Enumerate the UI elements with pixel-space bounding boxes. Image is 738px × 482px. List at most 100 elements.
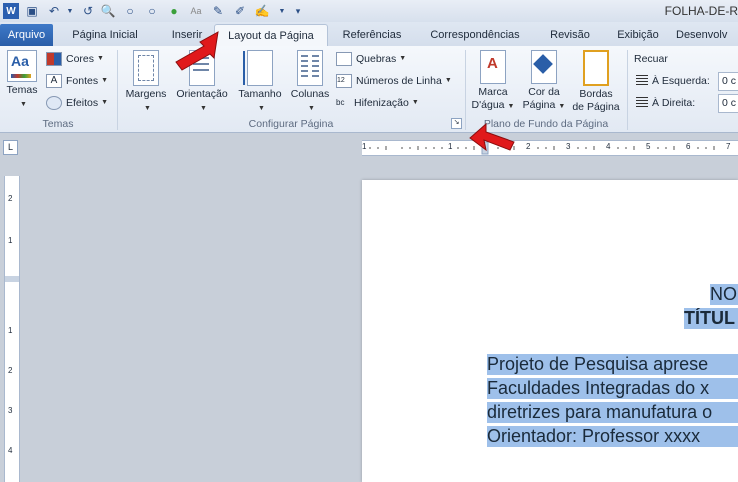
ribbon-body: Aa Temas ▼ Cores ▼ A Fontes ▼ Efeitos ▼ Temas… [0,46,738,133]
hyphenation-icon: bc [336,98,345,107]
ruler-number: 7 [726,142,731,151]
columns-icon [297,50,323,86]
group-label-temas: Temas [42,118,74,130]
tab-exibicao[interactable]: Exibição [608,25,668,45]
zoom-out-icon[interactable]: ○ [144,3,160,19]
hifenizacao-button[interactable]: bc Hifenização ▼ [336,94,419,112]
cores-label: Cores [66,53,95,65]
recuar-direita-row: À Direita: [636,94,695,112]
ruler-ticks [369,141,715,155]
annotation-arrow-icon [469,122,515,152]
margens-button[interactable]: Margens ▼ [122,50,170,115]
format-painter-icon[interactable]: ✎ [210,3,226,19]
recuar-esquerda-row: À Esquerda: [636,72,710,90]
tab-referencias[interactable]: Referências [334,25,410,45]
cor-label: Cor da [528,86,560,98]
quebras-button[interactable]: Quebras ▼ [336,50,406,68]
zoom-in-icon[interactable]: ○ [122,3,138,19]
marca-dagua-button[interactable]: A Marca D'água ▼ [468,50,518,113]
ruler-number: 1 [362,142,367,151]
fontes-label: Fontes [66,75,99,87]
efeitos-label: Efeitos [66,97,99,109]
ruler-number: 4 [606,142,611,151]
line-numbers-icon: 12 [336,74,352,88]
tab-pagina-inicial[interactable]: Página Inicial [60,25,150,45]
temas-label: Temas [6,84,38,96]
watermark-icon: A [480,50,506,84]
ruler-tab-selector[interactable]: L [3,140,18,155]
temas-button[interactable]: Aa Temas ▼ [4,50,40,111]
numeros-de-linha-label: Números de Linha [356,75,442,87]
themes-icon: Aa [7,50,37,82]
tab-arquivo[interactable]: Arquivo [0,24,53,46]
margin-marker[interactable] [5,276,19,282]
hifenizacao-label: Hifenização [354,97,409,109]
pagina-label: Página [522,99,556,111]
horizontal-ruler[interactable]: 1 1 2 3 4 5 6 7 [362,140,738,156]
ruler-number: 4 [8,446,13,455]
ruler-number: 3 [8,406,13,415]
effects-icon [46,96,62,110]
bordas-label: Bordas [579,88,613,100]
document-page[interactable]: NO TÍTUL Projeto de Pesquisa aprese Facu… [362,180,738,482]
ruler-number: 1 [8,326,13,335]
doc-paragraph-line: Faculdades Integradas do x [487,378,738,399]
recuar-esquerda-label: À Esquerda: [652,75,710,87]
undo-icon[interactable]: ↶ [46,3,62,19]
colors-icon [46,52,62,66]
print-preview-icon[interactable]: 🔍 [100,3,116,19]
tab-desenvolvedor[interactable]: Desenvolv [676,25,738,45]
numeros-de-linha-button[interactable]: 12 Números de Linha ▼ [336,72,452,90]
tamanho-button[interactable]: Tamanho ▼ [234,50,286,115]
margens-label: Margens [125,88,167,100]
recuar-esquerda-input[interactable]: 0 c [718,72,738,91]
de-pagina-label: de Página [572,101,620,113]
doc-paragraph-line: Projeto de Pesquisa aprese [487,354,738,375]
save-icon[interactable]: ▣ [24,3,40,19]
colunas-button[interactable]: Colunas ▼ [288,50,332,115]
window-title: FOLHA-DE-R [664,4,738,18]
tab-revisao[interactable]: Revisão [540,25,600,45]
draw-dropdown-icon[interactable]: ▼ [274,3,290,19]
size-icon [243,50,273,86]
colunas-label: Colunas [290,88,330,100]
indent-left-icon [636,75,648,87]
ruler-number: 2 [8,194,13,203]
ruler-number: 2 [526,142,531,151]
edit-icon[interactable]: ✐ [232,3,248,19]
word-app-icon[interactable]: W [3,3,19,19]
cores-button[interactable]: Cores ▼ [46,50,104,68]
doc-heading-line1: NO [710,284,738,305]
recuar-direita-input[interactable]: 0 c [718,94,738,113]
recuar-direita-label: À Direita: [652,97,696,109]
annotation-arrow-icon [175,31,219,71]
ruler-number: 2 [8,366,13,375]
undo-dropdown-icon[interactable]: ▼ [62,3,78,19]
ruler-number: 1 [448,142,453,151]
recuar-label: Recuar [634,53,668,65]
tab-correspondencias[interactable]: Correspondências [420,25,530,45]
page-color-icon [531,50,557,84]
dagua-label: D'água [471,99,505,111]
cor-da-pagina-button[interactable]: Cor da Página ▼ [520,50,568,113]
globe-icon[interactable]: ● [166,3,182,19]
marca-label: Marca [478,86,508,98]
doc-paragraph-line: Orientador: Professor xxxx [487,426,738,447]
orientacao-label: Orientação [176,88,228,100]
redo-icon[interactable]: ↺ [80,3,96,19]
group-label-configurar-pagina: Configurar Página [248,118,334,130]
breaks-icon [336,52,352,66]
vertical-ruler[interactable]: 2 1 1 2 3 4 [4,176,20,482]
indent-right-icon [636,97,648,109]
quick-access-toolbar: W ▣ ↶ ▼ ↺ 🔍 ○ ○ ● Aa ✎ ✐ ✍ ▼ ▾ FOLHA-DE-… [0,0,738,22]
doc-heading-title: TÍTUL [684,308,738,329]
customize-icon[interactable]: ▾ [290,3,306,19]
fontes-button[interactable]: A Fontes ▼ [46,72,108,90]
efeitos-button[interactable]: Efeitos ▼ [46,94,108,112]
margins-icon [133,50,159,86]
fonts-icon: A [46,74,62,88]
spelling-icon[interactable]: Aa [188,3,204,19]
bordas-de-pagina-button[interactable]: Bordas de Página [568,50,624,114]
draw-icon[interactable]: ✍ [254,3,270,19]
ribbon-tabs: Arquivo Página Inicial Inserir Layout da… [0,22,738,47]
